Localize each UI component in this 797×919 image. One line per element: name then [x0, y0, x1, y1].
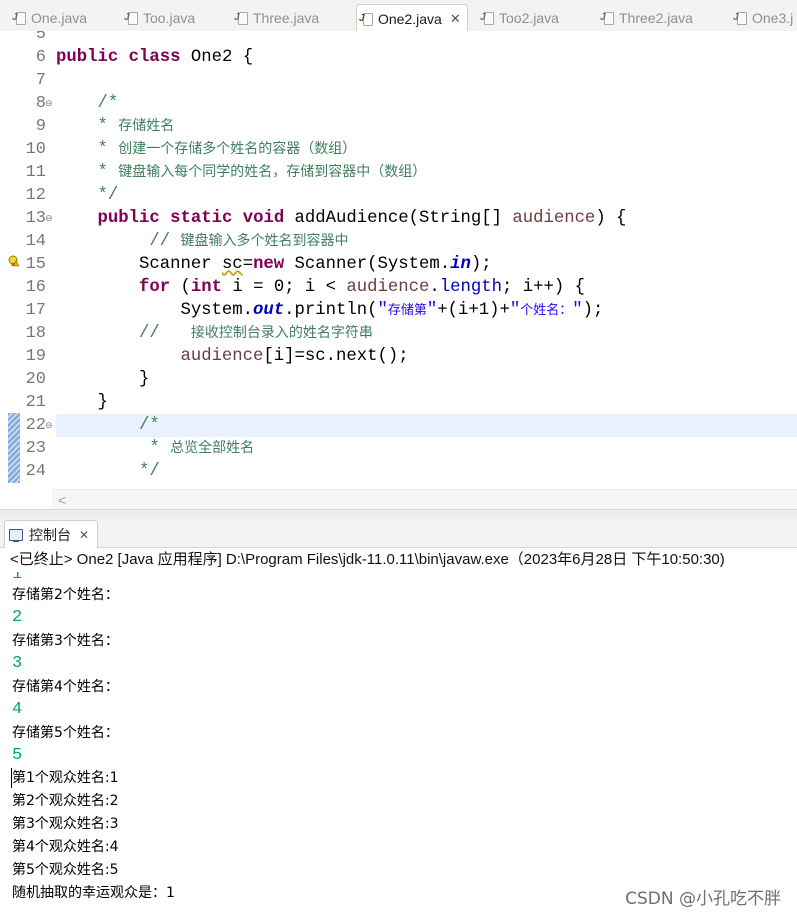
line-number: 12	[25, 186, 46, 205]
line-number: 14	[25, 232, 46, 251]
code-line: public static void addAudience(String[] …	[97, 209, 627, 228]
code-line: // 键盘输入多个姓名到容器中	[149, 232, 349, 251]
console-input-line: 3	[12, 654, 23, 673]
console-tab-label: 控制台	[29, 526, 71, 543]
eclipse-window: One.java Too.java Three.java One2.java✕ …	[0, 0, 797, 919]
console-output-line: 第1个观众姓名:1	[12, 770, 119, 786]
line-number: 15	[25, 255, 46, 274]
line-number: 24	[25, 462, 46, 481]
line-number-gutter: 5 6 7 8 9 10 11 12 13 14 15 16 17 18 19 …	[0, 31, 54, 489]
line-number: 9	[35, 117, 46, 136]
code-line: * 存储姓名	[97, 117, 175, 136]
editor-tab-bar: One.java Too.java Three.java One2.java✕ …	[0, 0, 797, 32]
code-line: for (int i = 0; i < audience.length; i++…	[138, 278, 585, 297]
console-output-line: 第3个观众姓名:3	[12, 816, 119, 832]
tab-label: One.java	[31, 9, 88, 26]
fold-collapse-icon[interactable]: ⊖	[45, 414, 54, 437]
console-output-line: 随机抽取的幸运观众是：1	[12, 885, 175, 901]
change-bar	[8, 413, 20, 483]
code-line: * 总览全部姓名	[149, 439, 255, 458]
tab-label: Three2.java	[619, 9, 693, 26]
console-output-line: 第2个观众姓名:2	[12, 793, 119, 809]
line-number: 5	[35, 31, 46, 44]
console-status: <已终止> One2 [Java 应用程序] D:\Program Files\…	[10, 551, 725, 568]
tab-console[interactable]: 控制台 ✕	[4, 520, 99, 548]
line-number: 17	[25, 301, 46, 320]
tab-one-java[interactable]: One.java	[12, 4, 88, 31]
code-line: */	[97, 186, 119, 205]
code-line: /*	[97, 94, 119, 113]
line-number: 8	[35, 94, 46, 113]
java-file-icon	[234, 11, 248, 25]
code-line: }	[56, 370, 150, 389]
line-number: 20	[25, 370, 46, 389]
console-output-line: 第4个观众姓名:4	[12, 839, 119, 855]
line-number: 18	[25, 324, 46, 343]
console-output-line: 存储第3个姓名：	[12, 633, 119, 649]
line-number: 11	[25, 163, 46, 182]
java-file-icon	[124, 11, 138, 25]
tab-label: Three.java	[253, 9, 320, 26]
java-file-icon	[480, 11, 494, 25]
console-output-line: 存储第5个姓名：	[12, 725, 119, 741]
fold-collapse-icon[interactable]: ⊖	[45, 207, 54, 230]
code-editor[interactable]: 5 6 7 8 9 10 11 12 13 14 15 16 17 18 19 …	[0, 31, 797, 489]
line-number: 16	[25, 278, 46, 297]
text-cursor	[11, 768, 12, 788]
console-output-line: 存储第2个姓名：	[12, 587, 119, 603]
watermark: CSDN @小孔吃不胖	[625, 889, 781, 909]
code-line: // 接收控制台录入的姓名字符串	[138, 324, 373, 343]
tab-too2-java[interactable]: Too2.java	[480, 4, 559, 31]
java-file-icon	[359, 12, 373, 26]
line-number: 21	[25, 393, 46, 412]
java-file-icon	[733, 11, 747, 25]
code-line: * 键盘输入每个同学的姓名，存储到容器中（数组）	[97, 163, 427, 182]
line-number: 10	[25, 140, 46, 159]
tab-too-java[interactable]: Too.java	[124, 4, 196, 31]
close-icon[interactable]: ✕	[79, 528, 89, 542]
line-number: 19	[25, 347, 46, 366]
tab-label: One2.java	[378, 10, 442, 27]
code-line: System.out.println("存储第"+(i+1)+"个姓名：");	[56, 301, 604, 320]
close-icon[interactable]: ✕	[450, 11, 461, 27]
warning-lightbulb-icon[interactable]	[8, 255, 20, 267]
line-number: 13	[25, 209, 46, 228]
code-line: * 创建一个存储多个姓名的容器（数组）	[97, 140, 357, 159]
tab-label: One3.j	[752, 9, 794, 26]
console-input-line: 4	[12, 700, 23, 719]
console-input-line: 5	[12, 746, 23, 765]
java-file-icon	[600, 11, 614, 25]
line-number: 6	[35, 48, 46, 67]
code-line: public class One2 {	[56, 48, 254, 67]
line-number: 7	[35, 71, 46, 90]
java-file-icon	[12, 11, 26, 25]
console-input-line: 2	[12, 608, 23, 627]
tab-one3-java[interactable]: One3.j	[733, 4, 794, 31]
console-output[interactable]: 1 存储第2个姓名： 2 存储第3个姓名： 3 存储第4个姓名： 4 存储第5个…	[0, 572, 797, 919]
tab-one2-java[interactable]: One2.java ✕	[356, 4, 468, 32]
code-line: */	[138, 462, 160, 481]
console-icon	[9, 528, 23, 542]
fold-collapse-icon[interactable]: ⊖	[45, 92, 54, 115]
code-line: Scanner sc=new Scanner(System.in);	[56, 255, 492, 274]
console-tab-bar: 控制台 ✕	[0, 517, 797, 548]
scroll-left-icon[interactable]: <	[58, 490, 66, 510]
tab-label: Too2.java	[499, 9, 559, 26]
tab-label: Too.java	[143, 9, 196, 26]
tab-three2-java[interactable]: Three2.java	[600, 4, 693, 31]
editor-horizontal-scrollbar[interactable]: <	[52, 489, 797, 510]
code-line: }	[56, 393, 108, 412]
code-line: audience[i]=sc.next();	[180, 347, 409, 366]
line-number: 22	[25, 416, 46, 435]
line-number: 23	[25, 439, 46, 458]
console-output-line: 存储第4个姓名：	[12, 679, 119, 695]
console-output-line: 第5个观众姓名:5	[12, 862, 119, 878]
code-line-current: /*	[56, 414, 797, 437]
tab-three-java[interactable]: Three.java	[234, 4, 320, 31]
